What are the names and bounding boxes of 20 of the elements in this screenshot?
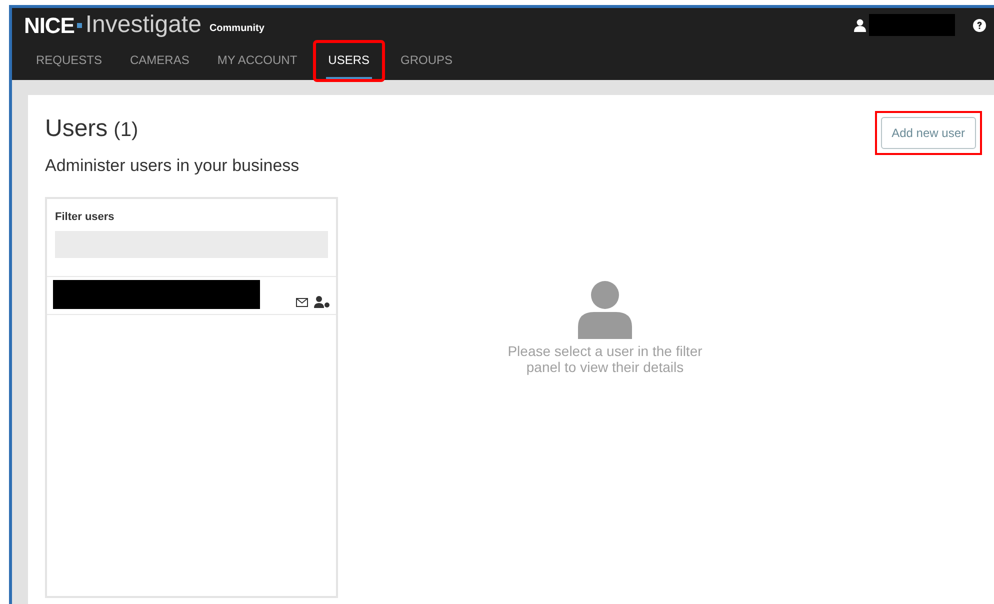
empty-state-message: Please select a user in the filter panel to view their details (506, 343, 704, 375)
help-icon[interactable] (973, 18, 986, 32)
mail-icon[interactable] (296, 298, 308, 307)
filter-label: Filter users (55, 210, 116, 224)
user-silhouette-icon (578, 281, 632, 339)
edition-label: Community (209, 22, 264, 36)
nav-tab[interactable]: GROUPS (398, 42, 455, 80)
user-row[interactable] (47, 277, 336, 315)
brand-name: NICE (24, 12, 74, 40)
page-title: Users (45, 114, 108, 144)
user-count: (1) (114, 118, 138, 143)
product-name: Investigate (85, 10, 202, 40)
nav-tab[interactable]: USERS (326, 43, 372, 79)
nav-tab[interactable]: MY ACCOUNT (215, 42, 300, 80)
add-user-button[interactable]: Add new user (880, 117, 976, 149)
user-settings-icon[interactable] (314, 296, 330, 308)
nav-tab[interactable]: REQUESTS (34, 42, 104, 80)
user-icon (854, 18, 866, 32)
page-subtitle: Administer users in your business (45, 155, 300, 177)
nav-tab[interactable]: CAMERAS (128, 42, 192, 80)
